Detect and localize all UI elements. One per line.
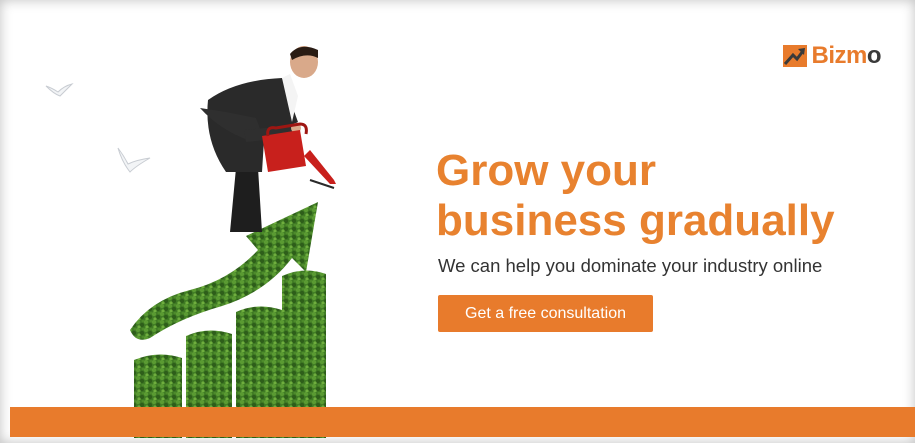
headline: Grow your business gradually: [436, 146, 835, 246]
headline-line-2: business gradually: [436, 196, 835, 245]
growth-illustration: [45, 46, 336, 438]
headline-line-1: Grow your: [436, 146, 657, 195]
ad-banner[interactable]: Bizmo Grow your business gradually We ca…: [0, 0, 915, 443]
logo-text-end: o: [866, 42, 882, 69]
bird-icon: [117, 147, 151, 173]
hedge-chart: [130, 202, 326, 438]
logo-text-main: Bizm: [811, 42, 867, 69]
bottom-accent-bar: [10, 407, 915, 437]
trend-arrow-icon: [783, 45, 808, 67]
logo-text: Bizmo: [811, 42, 881, 70]
free-consultation-button[interactable]: Get a free consultation: [438, 295, 653, 332]
brand-logo[interactable]: Bizmo: [783, 42, 882, 70]
bird-icon: [45, 83, 74, 97]
subheadline: We can help you dominate your industry o…: [438, 255, 823, 276]
